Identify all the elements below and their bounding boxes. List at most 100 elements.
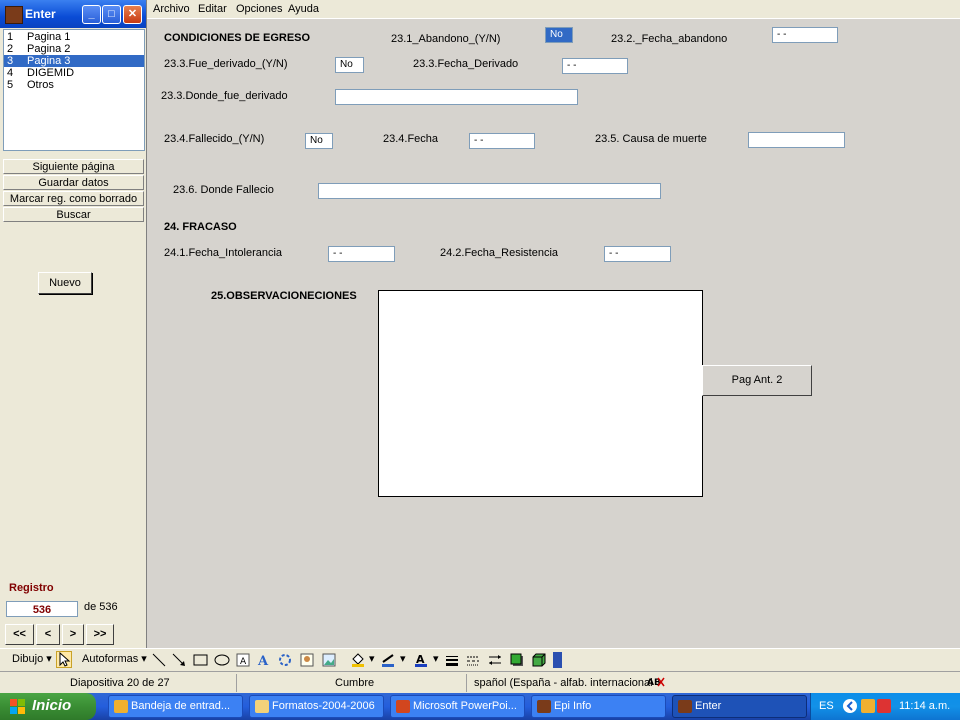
- fecha-fallecido-field[interactable]: - -: [469, 133, 535, 149]
- folder-icon: [255, 700, 269, 713]
- windows-logo-icon: [10, 699, 26, 715]
- status-divider: [236, 674, 237, 692]
- toolbar-options-icon[interactable]: [553, 652, 562, 668]
- maximize-button[interactable]: □: [102, 5, 121, 24]
- line-color-icon[interactable]: [380, 653, 398, 667]
- menu-editar[interactable]: Editar: [198, 3, 227, 15]
- record-total: de 536: [84, 601, 118, 613]
- observaciones-textarea[interactable]: [378, 290, 703, 497]
- donde-derivado-field[interactable]: [335, 89, 578, 105]
- menu-opciones[interactable]: Opciones: [236, 3, 282, 15]
- search-button[interactable]: Buscar: [3, 207, 144, 222]
- page-list-item-3[interactable]: 3 Pagina 3: [4, 55, 144, 67]
- observaciones-label: 25.OBSERVACIONECIONES: [211, 290, 357, 302]
- dibujo-menu[interactable]: Dibujo ▾: [12, 652, 52, 665]
- new-record-button[interactable]: Nuevo: [38, 272, 92, 294]
- line-tool-icon[interactable]: [152, 653, 166, 667]
- causa-muerte-label: 23.5. Causa de muerte: [595, 133, 707, 145]
- status-bar: Diapositiva 20 de 27 Cumbre spañol (Espa…: [0, 671, 960, 694]
- dash-style-icon[interactable]: [466, 653, 480, 667]
- input-language[interactable]: ES: [819, 700, 834, 712]
- previous-record-button[interactable]: <: [36, 624, 60, 645]
- next-page-button[interactable]: Siguiente página: [3, 159, 144, 174]
- first-record-button[interactable]: <<: [5, 624, 34, 645]
- fue-derivado-field[interactable]: No: [335, 57, 364, 73]
- shadow-style-icon[interactable]: [510, 653, 524, 667]
- enter-app-icon: [5, 6, 23, 24]
- line-color-dropdown[interactable]: ▾: [400, 652, 406, 665]
- abandono-field[interactable]: No: [545, 27, 573, 43]
- minimize-button[interactable]: _: [82, 5, 101, 24]
- previous-page-2-button[interactable]: Pag Ant. 2: [702, 365, 812, 396]
- fecha-resistencia-field[interactable]: - -: [604, 246, 671, 262]
- powerpoint-icon: [396, 700, 410, 713]
- taskbar-item-outlook[interactable]: Bandeja de entrad...: [108, 695, 243, 718]
- save-data-button[interactable]: Guardar datos: [3, 175, 144, 190]
- page-list-item-1[interactable]: 1 Pagina 1: [4, 31, 144, 43]
- fecha-resistencia-label: 24.2.Fecha_Resistencia: [440, 247, 559, 259]
- abandono-label: 23.1_Abandono_(Y/N): [391, 33, 501, 45]
- ellipse-tool-icon[interactable]: [214, 653, 230, 667]
- menu-ayuda[interactable]: Ayuda: [288, 3, 319, 15]
- insert-image-icon[interactable]: [322, 653, 336, 667]
- fallecido-label: 23.4.Fallecido_(Y/N): [164, 133, 265, 145]
- window-title: Enter: [25, 7, 56, 21]
- section-egreso-heading: CONDICIONES DE EGRESO: [164, 32, 311, 44]
- clipart-icon[interactable]: [300, 653, 314, 667]
- arrow-tool-icon[interactable]: [172, 653, 186, 667]
- start-button[interactable]: Inicio: [0, 693, 96, 720]
- taskbar-item-enter[interactable]: Enter: [672, 695, 807, 718]
- spelling-check-icon[interactable]: AB: [647, 675, 665, 689]
- windows-taskbar: Inicio Bandeja de entrad... Formatos-200…: [0, 693, 960, 720]
- language-indicator: spañol (España - alfab. internacional: [474, 677, 653, 689]
- donde-fallecio-field[interactable]: [318, 183, 661, 199]
- font-color-icon[interactable]: A: [413, 653, 431, 667]
- next-record-button[interactable]: >: [62, 624, 84, 645]
- fecha-derivado-label: 23.3.Fecha_Derivado: [413, 58, 519, 70]
- causa-muerte-field[interactable]: [748, 132, 845, 148]
- close-button[interactable]: ✕: [123, 5, 142, 24]
- menu-archivo[interactable]: Archivo: [153, 3, 190, 15]
- svg-text:A: A: [257, 654, 269, 667]
- fill-color-icon[interactable]: [350, 653, 368, 667]
- donde-fallecio-label: 23.6. Donde Fallecio: [173, 184, 274, 196]
- 3d-style-icon[interactable]: [532, 653, 546, 667]
- taskbar-item-powerpoint[interactable]: Microsoft PowerPoi...: [390, 695, 525, 718]
- page-list-item-5[interactable]: 5 Otros: [4, 79, 144, 91]
- autoformas-menu[interactable]: Autoformas ▾: [82, 652, 147, 665]
- page-list-item-4[interactable]: 4 DIGEMID: [4, 67, 144, 79]
- left-panel: Enter _ □ ✕ 1 Pagina 1 2 Pagina 2 3 Pagina …: [0, 0, 147, 648]
- textbox-tool-icon[interactable]: A: [236, 653, 250, 667]
- font-color-dropdown[interactable]: ▾: [433, 652, 439, 665]
- record-label: Registro: [9, 582, 54, 594]
- arrow-style-icon[interactable]: [488, 653, 502, 667]
- fecha-abandono-field[interactable]: - -: [772, 27, 838, 43]
- tray-antivirus-icon[interactable]: [877, 699, 891, 713]
- fill-color-dropdown[interactable]: ▾: [369, 652, 375, 665]
- tray-expand-icon[interactable]: [843, 699, 857, 713]
- design-template-name: Cumbre: [335, 677, 375, 689]
- record-number-input[interactable]: 536: [6, 601, 78, 617]
- fecha-derivado-field[interactable]: - -: [562, 58, 628, 74]
- drawing-toolbar: Dibujo ▾ Autoformas ▾ A A ▾ ▾ A ▾: [0, 648, 960, 671]
- page-list-item-2[interactable]: 2 Pagina 2: [4, 43, 144, 55]
- last-record-button[interactable]: >>: [86, 624, 114, 645]
- page-list: 1 Pagina 1 2 Pagina 2 3 Pagina 3 4 DIGEMID 5…: [3, 29, 145, 151]
- fue-derivado-label: 23.3.Fue_derivado_(Y/N): [164, 58, 288, 70]
- section-fracaso-heading: 24. FRACASO: [164, 221, 237, 233]
- wordart-icon[interactable]: A: [257, 653, 271, 669]
- status-divider: [466, 674, 467, 692]
- fecha-intolerancia-label: 24.1.Fecha_Intolerancia: [164, 247, 283, 259]
- tray-outlook-icon[interactable]: [861, 699, 875, 713]
- rectangle-tool-icon[interactable]: [193, 653, 208, 667]
- taskbar-item-folder[interactable]: Formatos-2004-2006: [249, 695, 384, 718]
- line-style-icon[interactable]: [445, 653, 459, 667]
- menu-bar: Archivo Editar Opciones Ayuda: [147, 0, 960, 19]
- select-pointer-icon[interactable]: [56, 651, 72, 668]
- fecha-intolerancia-field[interactable]: - -: [328, 246, 395, 262]
- mark-deleted-button[interactable]: Marcar reg. como borrado: [3, 191, 144, 206]
- taskbar-item-epi-info[interactable]: Epi Info: [531, 695, 666, 718]
- fecha-fallecido-label: 23.4.Fecha: [383, 133, 439, 145]
- fallecido-field[interactable]: No: [305, 133, 333, 149]
- diagram-icon[interactable]: [278, 653, 292, 667]
